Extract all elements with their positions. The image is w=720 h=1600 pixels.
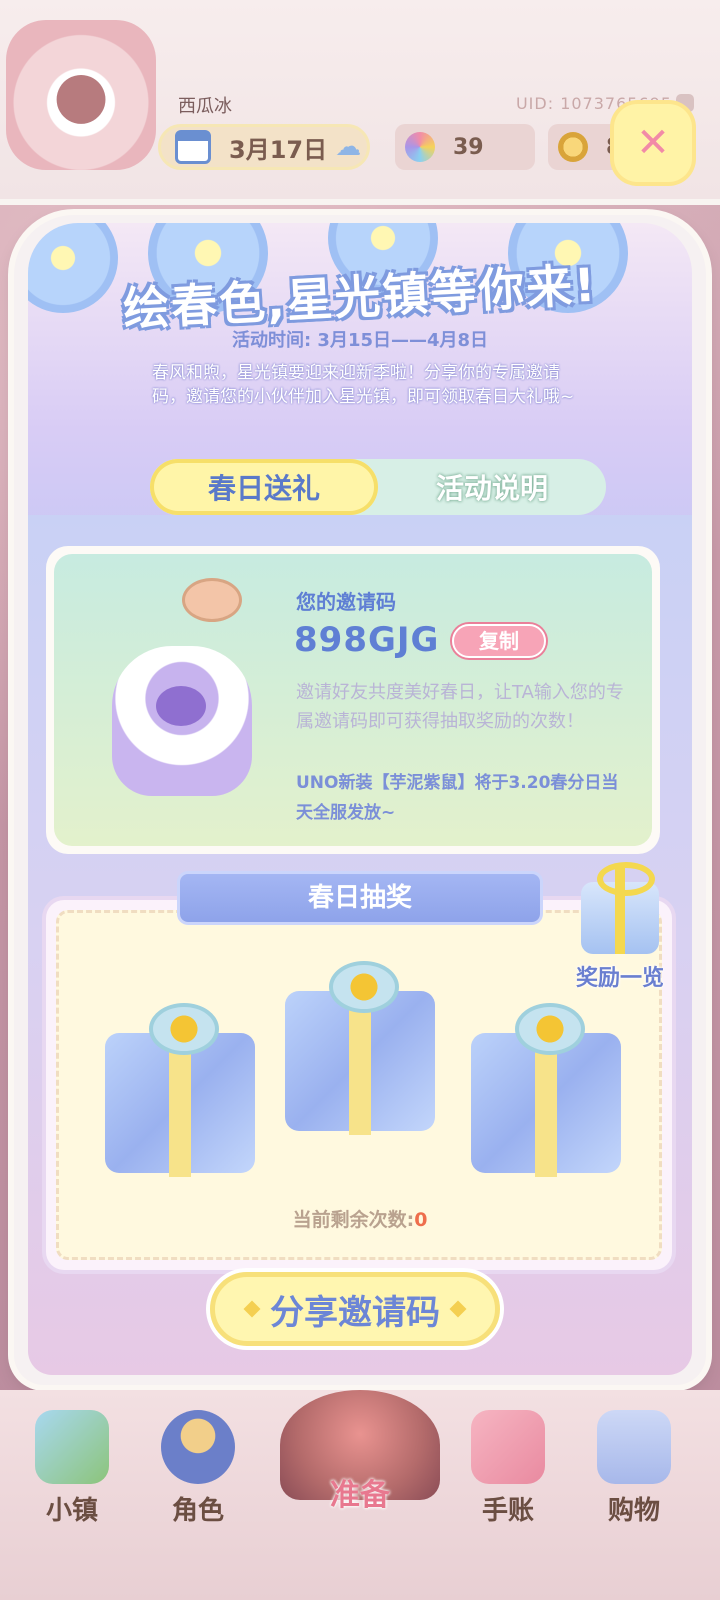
invite-description: 邀请好友共度美好春日，让TA输入您的专属邀请码即可获得抽取奖励的次数！ <box>296 682 624 732</box>
tab-spring-gift[interactable]: 春日送礼 <box>150 459 378 515</box>
reward-list-label: 奖励一览 <box>575 966 664 991</box>
event-time: 活动时间: 3月15日——4月8日 <box>231 330 489 351</box>
journal-icon <box>471 1410 545 1484</box>
share-button-label: 分享邀请码 <box>270 1292 440 1333</box>
nav-prepare[interactable]: 准备 <box>262 1390 458 1520</box>
nav-journal[interactable]: 手账 <box>448 1410 568 1527</box>
close-icon: ✕ <box>636 120 670 166</box>
username: 西瓜冰 <box>178 96 232 117</box>
player-avatar[interactable]: ● <box>6 20 156 170</box>
nav-label: 小镇 <box>45 1496 98 1526</box>
shopping-bag-icon <box>597 1410 671 1484</box>
lottery-title: 春日抽奖 <box>180 874 540 922</box>
remaining-count: 0 <box>414 1209 428 1231</box>
nav-label: 准备 <box>330 1478 390 1513</box>
date-text: 3月17日 <box>229 135 328 164</box>
remaining-label: 当前剩余次数: <box>292 1209 415 1231</box>
nav-label: 角色 <box>171 1496 224 1526</box>
character-icon <box>161 1410 235 1484</box>
nav-shopping[interactable]: 购物 <box>574 1410 694 1527</box>
gem-counter[interactable]: 39 <box>395 124 535 170</box>
cloud-weather-icon: ☁ <box>335 132 362 162</box>
nav-town[interactable]: 小镇 <box>12 1410 132 1527</box>
gift-box[interactable] <box>285 961 435 1135</box>
nav-character[interactable]: 角色 <box>138 1410 258 1527</box>
top-status-bar: ● 西瓜冰 UID: 1073765695 3月17日 ☁ 39 8973 <box>0 0 720 205</box>
nav-label: 购物 <box>607 1496 660 1526</box>
bottom-navigation: 小镇 角色 准备 手账 购物 <box>0 1390 720 1600</box>
invite-card: 您的邀请码 898GJG 复制 邀请好友共度美好春日，让TA输入您的专属邀请码即… <box>46 546 660 854</box>
gift-box[interactable] <box>105 1003 255 1177</box>
invite-code: 898GJG <box>294 620 440 660</box>
share-invite-code-button[interactable]: 分享邀请码 <box>210 1272 500 1346</box>
remaining-draws: 当前剩余次数:0 <box>0 1205 720 1232</box>
date-pill: 3月17日 ☁ <box>158 124 370 170</box>
reward-list-button[interactable]: 奖励一览 <box>560 862 680 1002</box>
gem-count: 39 <box>453 134 484 160</box>
gem-icon <box>405 132 435 162</box>
close-button[interactable]: ✕ <box>614 104 692 182</box>
bunny-badge-icon <box>182 578 242 622</box>
diamond-icon <box>449 1300 467 1318</box>
copy-button[interactable]: 复制 <box>452 624 546 658</box>
event-intro: 春风和煦，星光镇要迎来迎新季啦！分享你的专属邀请码，邀请您的小伙伴加入星光镇，即… <box>152 363 575 407</box>
tab-event-info[interactable]: 活动说明 <box>378 459 606 515</box>
calendar-icon <box>175 130 211 164</box>
coin-icon <box>558 132 588 162</box>
hamster-character-image <box>112 646 252 796</box>
nav-label: 手账 <box>481 1496 534 1526</box>
tab-bar: 春日送礼 活动说明 <box>150 459 606 515</box>
invite-code-title: 您的邀请码 <box>296 590 396 614</box>
diamond-icon <box>243 1300 261 1318</box>
invite-note: UNO新装【芋泥紫鼠】将于3.20春分日当天全服发放~ <box>296 773 619 823</box>
gift-box-icon <box>581 862 659 954</box>
gift-box[interactable] <box>471 1003 621 1177</box>
map-icon <box>35 1410 109 1484</box>
panda-avatar-icon: ● <box>53 58 109 132</box>
